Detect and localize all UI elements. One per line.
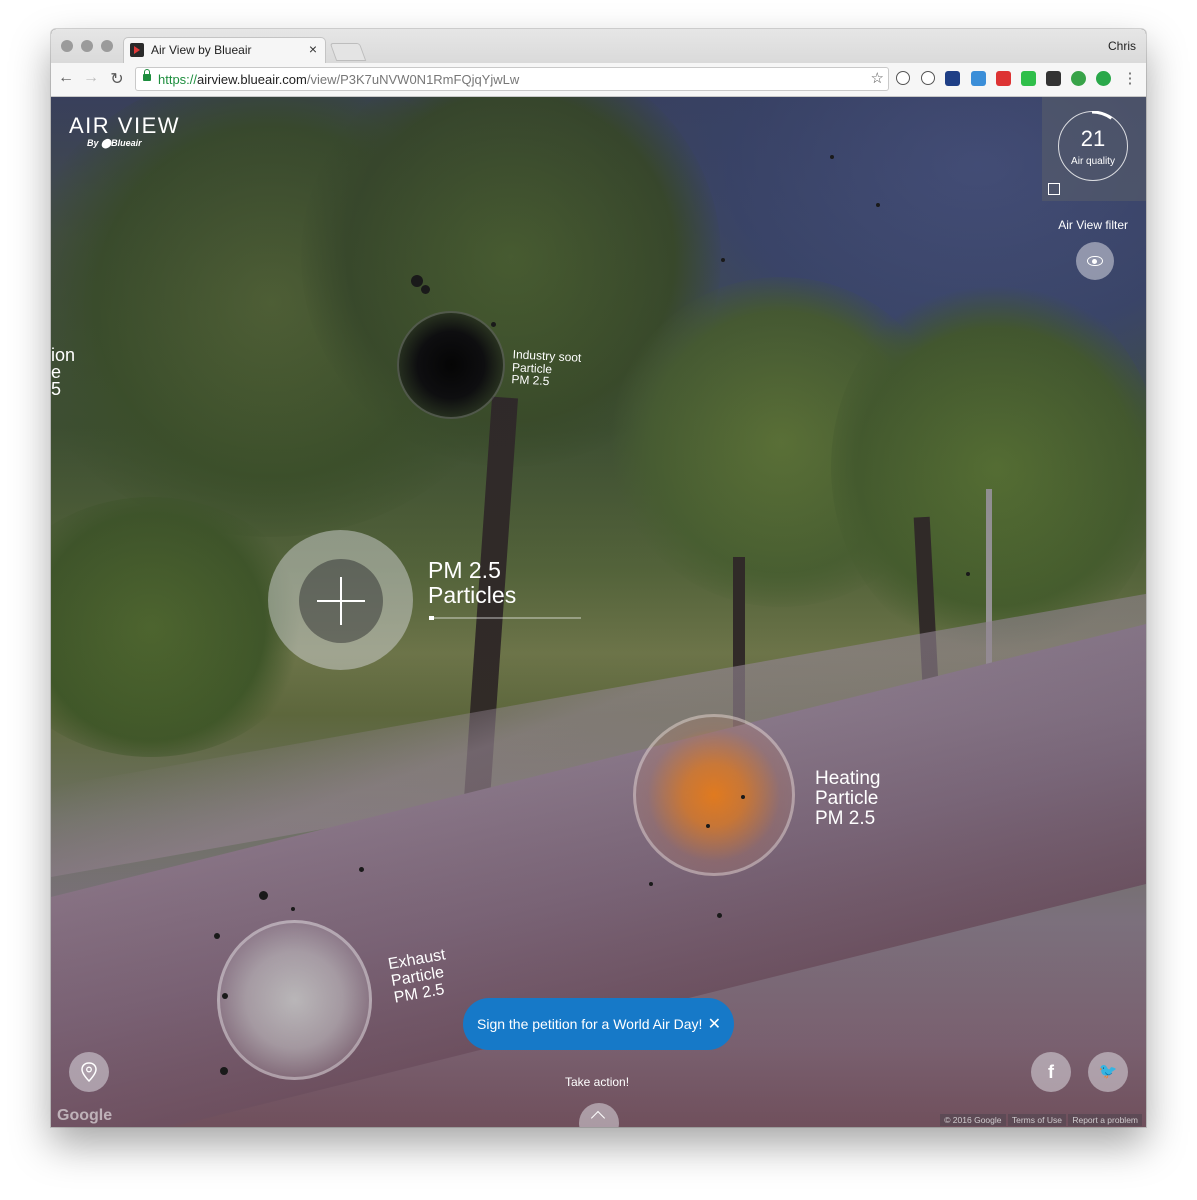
air-view-logo[interactable]: AIR VIEW By ⬤Blueair (69, 113, 180, 149)
twitter-share-button[interactable]: 🐦 (1088, 1052, 1128, 1092)
exhaust-particle[interactable] (217, 920, 372, 1080)
browser-menu-icon[interactable]: ⋮ (1120, 69, 1140, 87)
pm25-focus-inner (299, 559, 383, 643)
tab-title: Air View by Blueair (151, 43, 252, 57)
tab-close-icon[interactable]: × (309, 41, 317, 57)
google-logo: Google (57, 1107, 113, 1124)
facebook-share-button[interactable]: f (1031, 1052, 1071, 1092)
back-button[interactable]: ← (56, 69, 76, 87)
expand-icon[interactable] (1048, 183, 1060, 195)
blueair-favicon-icon (130, 43, 144, 57)
street-view-panorama[interactable]: Industry soot Particle PM 2.5 Heating Parti… (51, 97, 1146, 1127)
offscreen-particle-label: ion e 5 (51, 345, 76, 400)
air-filter-tint (51, 97, 1146, 1127)
tab-bar: Air View by Blueair × Chris (51, 29, 1146, 63)
air-view-filter-label: Air View filter (1058, 218, 1128, 232)
address-bar[interactable]: https://airview.blueair.com/view/P3K7uNV… (135, 67, 889, 91)
pm25-progress-bar (429, 616, 581, 620)
report-problem-link[interactable]: Report a problem (1068, 1114, 1142, 1126)
browser-toolbar: ← → ↻ https://airview.blueair.com/view/P… (51, 63, 1146, 97)
air-quality-panel[interactable]: 21 Air quality (1042, 97, 1146, 201)
twitter-icon: 🐦 (1098, 1063, 1118, 1080)
logo-by-blueair: By ⬤Blueair (87, 138, 142, 148)
reload-button[interactable]: ↻ (107, 69, 127, 89)
industry-soot-particle[interactable] (397, 311, 505, 419)
layers-extension-icon[interactable] (1046, 71, 1061, 86)
zoom-window-button[interactable] (101, 40, 113, 52)
url-text: https://airview.blueair.com/view/P3K7uNV… (158, 72, 520, 87)
pm25-focus-label: PM 2.5 Particles (428, 557, 517, 608)
browser-window: Air View by Blueair × Chris ← → ↻ https:… (51, 29, 1146, 1127)
heating-particle[interactable] (633, 714, 795, 876)
info-extension-icon[interactable] (896, 71, 910, 85)
logo-title: AIR VIEW (69, 113, 181, 138)
chevron-up-icon (590, 1110, 606, 1126)
location-button[interactable] (69, 1052, 109, 1092)
heating-particle-label: Heating Particle PM 2.5 (815, 768, 881, 829)
pm25-focus-button[interactable] (268, 530, 413, 670)
petition-banner[interactable]: Sign the petition for a World Air Day! ✕ (463, 998, 734, 1050)
minimize-window-button[interactable] (81, 40, 93, 52)
facebook-icon: f (1048, 1062, 1054, 1082)
petition-text: Sign the petition for a World Air Day! (477, 1016, 703, 1032)
map-legal-footer: © 2016 Google Terms of Use Report a prob… (940, 1114, 1142, 1126)
grammarly-extension-icon[interactable] (1096, 71, 1111, 86)
air-quality-gauge: 21 Air quality (1058, 111, 1128, 181)
n-extension-icon[interactable] (945, 71, 960, 86)
clock-extension-icon[interactable] (921, 71, 935, 85)
exhaust-particle-label: Exhaust Particle PM 2.5 (386, 946, 447, 1007)
block-extension-icon[interactable] (996, 71, 1011, 86)
save-extension-icon[interactable] (1021, 71, 1036, 86)
forward-button[interactable]: → (81, 69, 101, 87)
air-view-filter-toggle[interactable] (1076, 242, 1114, 280)
tab-air-view[interactable]: Air View by Blueair × (123, 37, 326, 63)
industry-soot-label: Industry soot Particle PM 2.5 (511, 347, 582, 389)
pm25-progress-fill (429, 616, 434, 620)
eye-icon (1087, 256, 1103, 266)
close-icon[interactable]: ✕ (708, 1014, 721, 1034)
puzzle-extension-icon[interactable] (971, 71, 986, 86)
air-quality-label: Air quality (1071, 156, 1115, 167)
map-pin-icon (81, 1062, 97, 1083)
copyright-text: © 2016 Google (940, 1114, 1006, 1126)
close-window-button[interactable] (61, 40, 73, 52)
evernote-extension-icon[interactable] (1071, 71, 1086, 86)
lock-icon (143, 69, 151, 81)
take-action-label[interactable]: Take action! (565, 1075, 629, 1089)
air-quality-value: 21 (1080, 126, 1106, 151)
bookmark-star-icon[interactable]: ☆ (871, 69, 884, 87)
profile-name[interactable]: Chris (1108, 39, 1136, 53)
new-tab-button[interactable] (329, 43, 367, 61)
terms-link[interactable]: Terms of Use (1007, 1114, 1066, 1126)
